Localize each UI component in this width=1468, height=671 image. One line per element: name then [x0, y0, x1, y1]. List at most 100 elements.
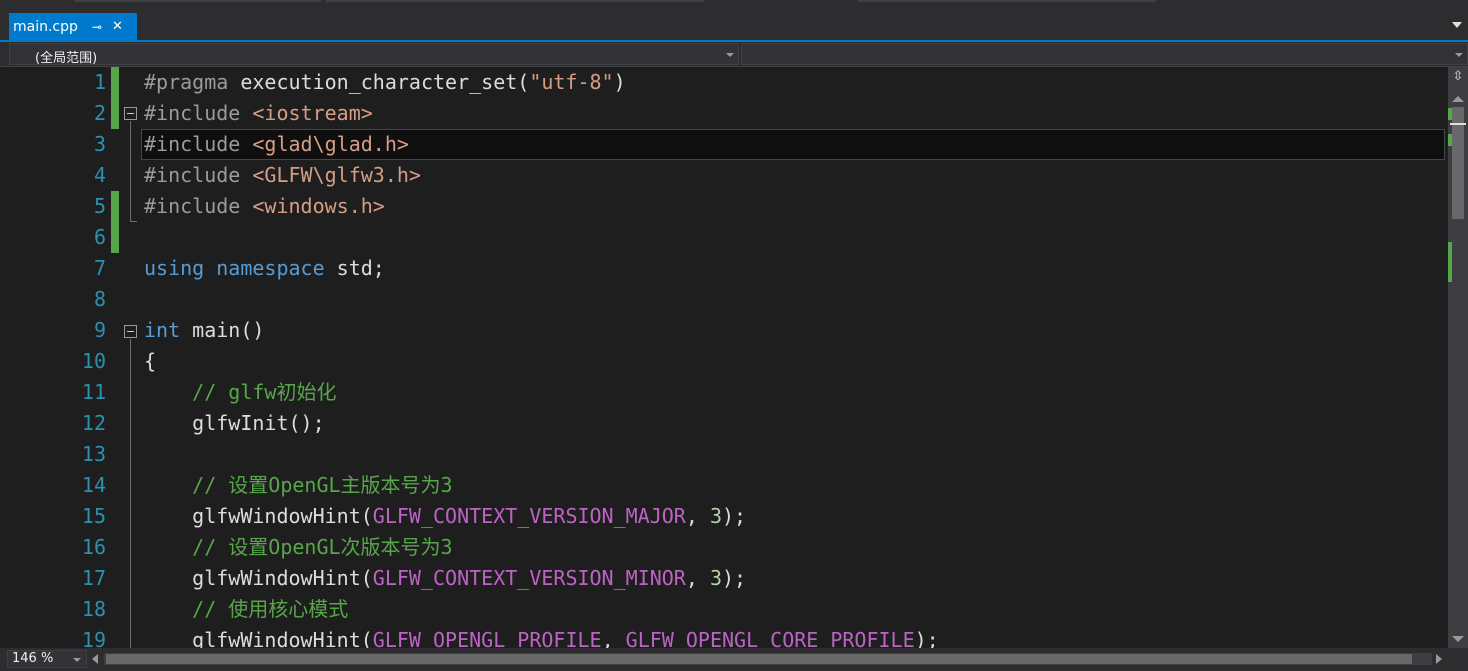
line-number: 11 [81, 380, 106, 404]
code-token: ) [613, 70, 626, 94]
code-line[interactable]: // 设置OpenGL主版本号为3 [144, 470, 1448, 501]
code-line[interactable]: #include <GLFW\glfw3.h> [144, 160, 1448, 191]
code-token: 3 [709, 566, 722, 590]
code-token: <GLFW\glfw3.h> [252, 163, 421, 187]
code-token: namespace [216, 256, 337, 280]
code-line[interactable]: glfwWindowHint(GLFW_CONTEXT_VERSION_MINO… [144, 563, 1448, 594]
scope-dropdown[interactable]: (全局范围) [9, 43, 739, 66]
line-number: 4 [93, 163, 106, 187]
line-number: 10 [81, 349, 106, 373]
line-number: 16 [81, 535, 106, 559]
code-line[interactable]: using namespace std; [144, 253, 1448, 284]
line-number: 17 [81, 566, 106, 590]
code-text[interactable]: #pragma execution_character_set("utf-8")… [144, 67, 1448, 648]
code-token: glfwWindowHint( [144, 628, 373, 648]
code-token: GLFW_CONTEXT_VERSION_MINOR [372, 566, 686, 590]
change-map-marker [1448, 108, 1452, 120]
code-token: // 使用核心模式 [192, 597, 349, 621]
tab-ghost [75, 0, 321, 2]
line-number: 18 [81, 597, 106, 621]
code-line[interactable]: #include <glad\glad.h> [144, 129, 1448, 160]
code-line[interactable]: // 设置OpenGL次版本号为3 [144, 532, 1448, 563]
code-token: std; [336, 256, 385, 280]
change-map-marker [1448, 242, 1452, 282]
code-token: ); [722, 504, 747, 528]
scroll-up-icon[interactable] [1452, 96, 1464, 102]
code-line[interactable]: #include <iostream> [144, 98, 1448, 129]
zoom-dropdown[interactable]: 146 % [7, 650, 87, 668]
line-number: 13 [81, 442, 106, 466]
code-token: glfwWindowHint( [144, 566, 373, 590]
code-line[interactable]: int main() [144, 315, 1448, 346]
code-line[interactable]: #pragma execution_character_set("utf-8") [144, 67, 1448, 98]
code-token: , [685, 566, 710, 590]
change-map-marker [1448, 134, 1452, 146]
code-line[interactable]: // 使用核心模式 [144, 594, 1448, 625]
code-line[interactable]: glfwInit(); [144, 408, 1448, 439]
code-token: "utf-8" [529, 70, 614, 94]
line-number: 5 [93, 194, 106, 218]
code-line[interactable]: glfwWindowHint(GLFW_CONTEXT_VERSION_MAJO… [144, 501, 1448, 532]
scope-dropdown-value: (全局范围) [35, 51, 98, 66]
line-number: 6 [93, 225, 106, 249]
tab-main-cpp[interactable]: main.cpp ⊸ ✕ [9, 13, 137, 40]
line-number: 15 [81, 504, 106, 528]
code-token: GLFW_OPENGL_PROFILE [372, 628, 602, 648]
scroll-down-icon[interactable] [1452, 636, 1464, 642]
line-number: 19 [81, 628, 106, 648]
caret-position-marker [1450, 123, 1466, 125]
scroll-right-icon[interactable] [1436, 654, 1442, 664]
code-token: , [685, 504, 710, 528]
close-icon[interactable]: ✕ [112, 19, 123, 34]
collapse-icon[interactable] [124, 325, 137, 338]
member-dropdown[interactable] [741, 43, 1468, 65]
zoom-level: 146 % [12, 651, 54, 666]
tab-overflow-icon[interactable] [1452, 22, 1462, 28]
scroll-left-icon[interactable] [92, 654, 98, 664]
pin-icon[interactable]: ⊸ [92, 20, 102, 34]
code-line[interactable] [144, 222, 1448, 253]
code-token: #include [144, 194, 253, 218]
tab-ghost [858, 0, 1156, 2]
code-token: <iostream> [252, 101, 373, 125]
line-number: 3 [93, 132, 106, 156]
outline-line [130, 121, 131, 221]
selection-margin[interactable] [0, 67, 40, 648]
outline-line [130, 339, 131, 648]
code-token: // 设置OpenGL次版本号为3 [192, 535, 453, 559]
code-line[interactable] [144, 439, 1448, 470]
code-line[interactable] [144, 284, 1448, 315]
code-token: using [144, 256, 217, 280]
line-number: 7 [93, 256, 106, 280]
tab-ghost [326, 0, 704, 2]
code-token: GLFW_OPENGL_CORE_PROFILE [625, 628, 915, 648]
code-editor[interactable]: 1 2 3 4 5 6 7 8 9 10 11 12 13 14 15 16 17 18 19 #pragma ex… [0, 67, 1448, 648]
code-token: ); [722, 566, 747, 590]
line-number: 12 [81, 411, 106, 435]
code-token: main() [192, 318, 265, 342]
code-line[interactable]: // glfw初始化 [144, 377, 1448, 408]
code-token: GLFW_CONTEXT_VERSION_MAJOR [372, 504, 686, 528]
code-token: <windows.h> [252, 194, 385, 218]
code-token: ); [914, 628, 939, 648]
line-number-gutter: 1 2 3 4 5 6 7 8 9 10 11 12 13 14 15 16 17 18 19 [40, 67, 106, 648]
code-token: // 设置OpenGL主版本号为3 [192, 473, 453, 497]
collapse-icon[interactable] [124, 107, 137, 120]
horizontal-scroll-thumb[interactable] [106, 654, 1412, 664]
code-token: { [144, 349, 157, 373]
code-token: int [144, 318, 193, 342]
change-marker [111, 191, 119, 253]
line-number: 9 [93, 318, 106, 342]
code-line[interactable]: #include <windows.h> [144, 191, 1448, 222]
code-line[interactable]: glfwWindowHint(GLFW_OPENGL_PROFILE, GLFW… [144, 625, 1448, 648]
chevron-down-icon [726, 53, 734, 57]
split-window-icon[interactable]: ⇳ [1451, 70, 1465, 86]
code-line[interactable]: { [144, 346, 1448, 377]
code-token: 3 [709, 504, 722, 528]
code-token: execution_character_set( [240, 70, 530, 94]
navigation-bar: (全局范围) [0, 42, 1468, 67]
code-token: glfwInit(); [144, 411, 325, 435]
